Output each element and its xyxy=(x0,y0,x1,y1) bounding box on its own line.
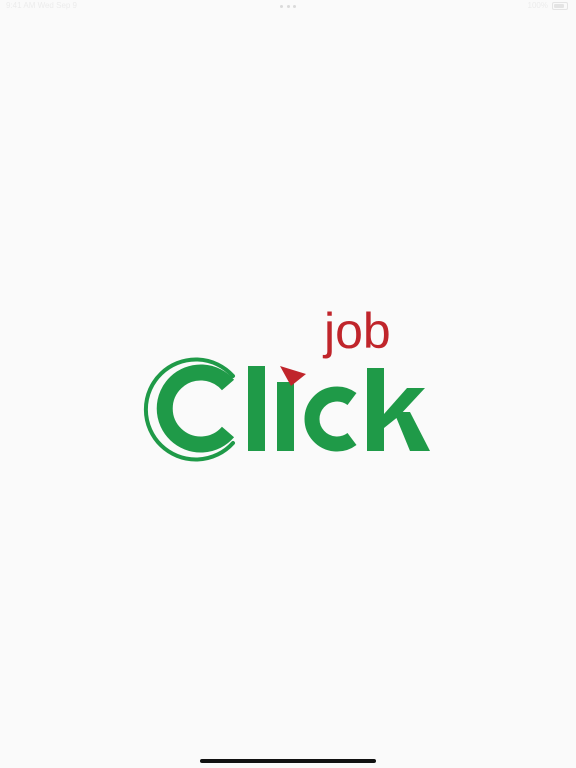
logo-letter-k-leg xyxy=(394,412,430,451)
battery-percent: 100% xyxy=(527,1,548,10)
status-bar: 9:41 AM Wed Sep 9 100% xyxy=(0,0,576,14)
battery-icon xyxy=(552,1,568,10)
status-time-date: 9:41 AM Wed Sep 9 xyxy=(6,1,78,10)
logo-letter-c xyxy=(156,364,235,453)
logo-letter-i xyxy=(277,382,294,451)
logo-letter-small-c xyxy=(304,386,357,452)
logo-letter-k-stem xyxy=(367,368,384,451)
splash-screen: 9:41 AM Wed Sep 9 100% job xyxy=(0,0,576,768)
click-job-logo-icon: job xyxy=(143,303,430,462)
logo-letter-l xyxy=(248,366,265,451)
multitasking-dots-icon[interactable] xyxy=(280,5,296,8)
app-logo: job xyxy=(140,296,440,471)
logo-word-job: job xyxy=(322,303,391,359)
home-indicator[interactable] xyxy=(200,759,376,763)
status-right: 100% xyxy=(528,1,568,10)
